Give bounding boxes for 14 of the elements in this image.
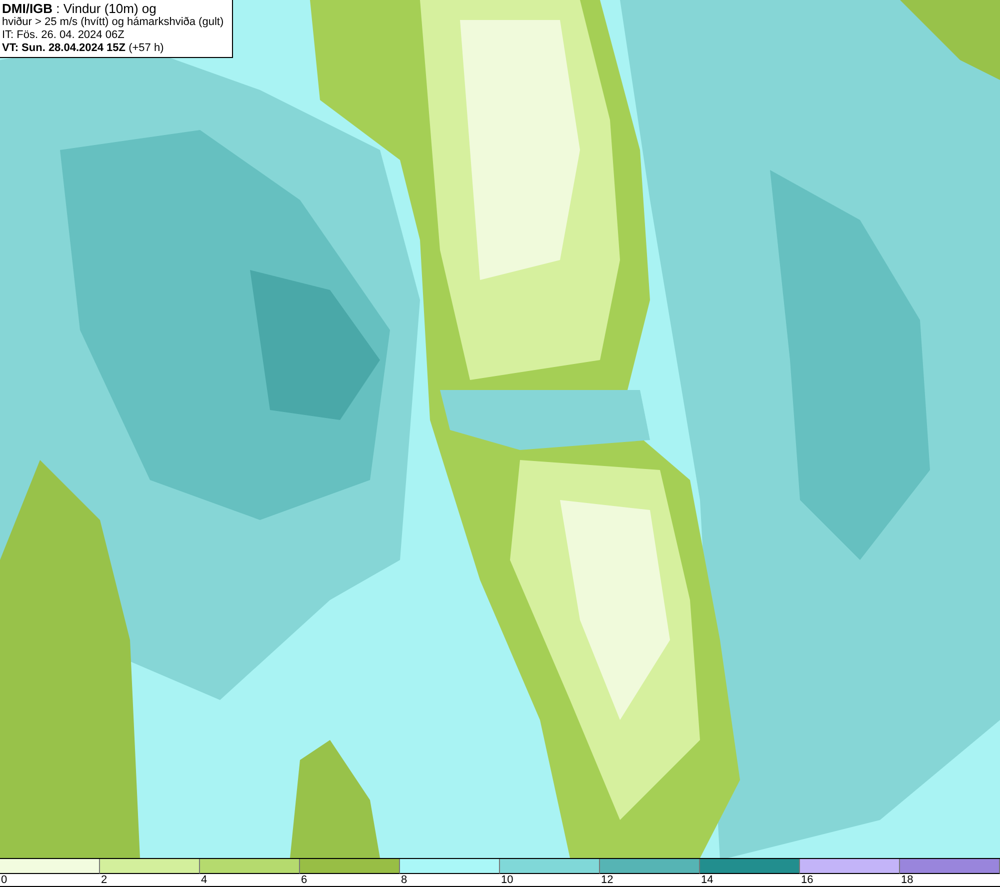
title-text: IT: Fös. 26. 04. 2024 06Z bbox=[2, 29, 126, 42]
title-text: hviður > 25 m/s (hvítt) og hámarkshviða (gult) bbox=[2, 16, 225, 29]
legend-label: 12 bbox=[600, 874, 614, 886]
legend-label: 6 bbox=[300, 874, 308, 886]
legend-label: 0 bbox=[0, 874, 8, 886]
legend-label: 10 bbox=[500, 874, 514, 886]
legend-label: 4 bbox=[200, 874, 208, 886]
title-text: DMI/IGB : Vindur (10m) og bbox=[2, 1, 158, 16]
legend-label: 14 bbox=[700, 874, 714, 886]
legend-label: 2 bbox=[100, 874, 108, 886]
legend-label: 8 bbox=[400, 874, 408, 886]
legend-label: 18 bbox=[900, 874, 914, 886]
title-text: VT: Sun. 28.04.2024 15Z (+57 h) bbox=[2, 42, 165, 55]
legend-label: 16 bbox=[800, 874, 814, 886]
